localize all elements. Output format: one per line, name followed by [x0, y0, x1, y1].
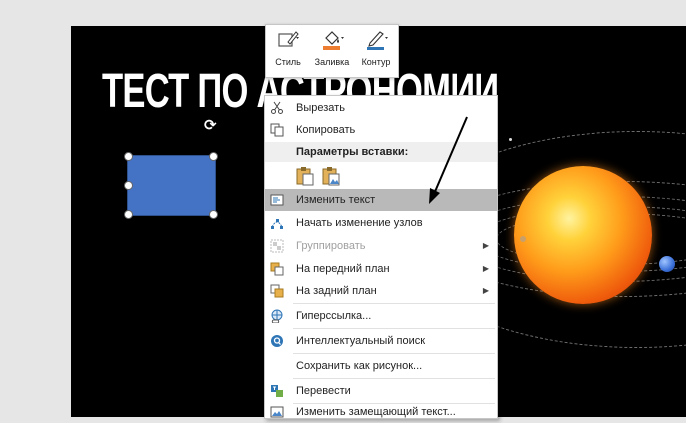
annotation-arrow: [429, 116, 468, 204]
